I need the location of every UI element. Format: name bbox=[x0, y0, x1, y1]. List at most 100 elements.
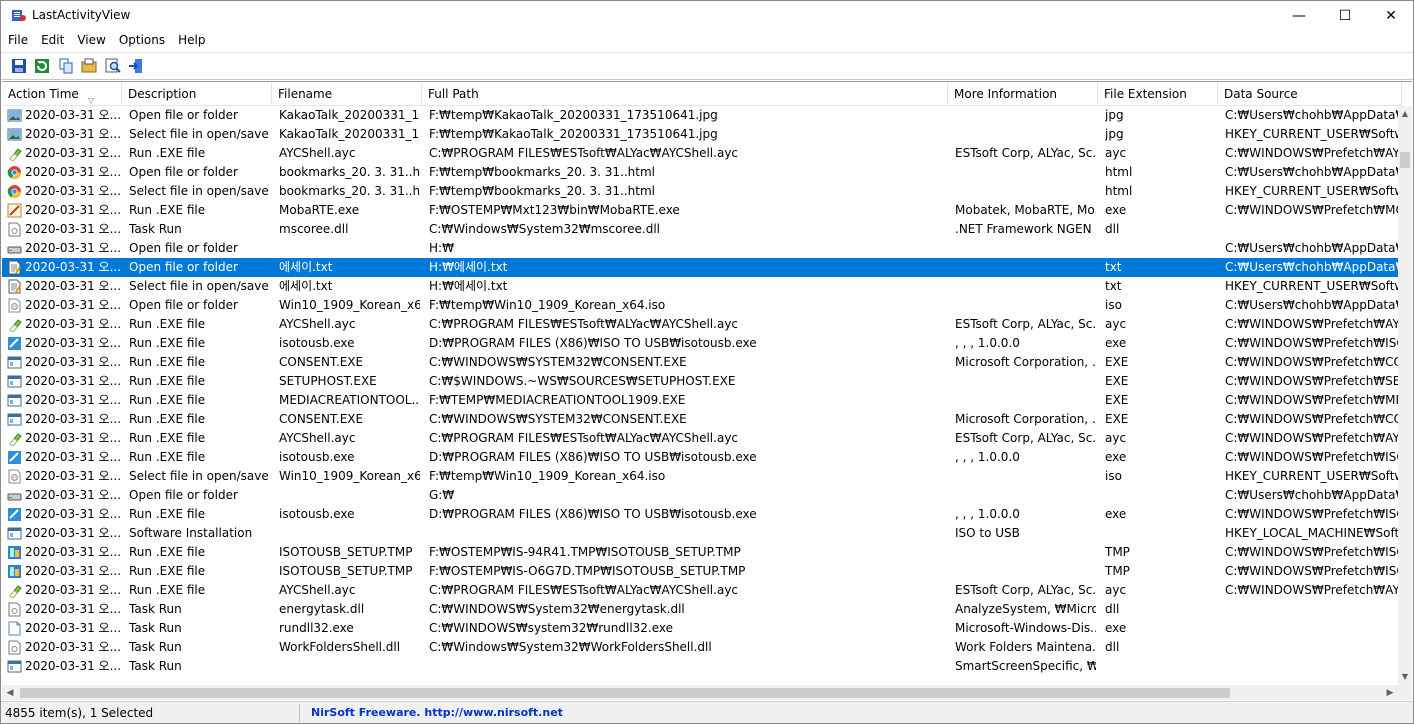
cell-file-extension: iso bbox=[1105, 469, 1122, 483]
column-filename[interactable]: Filename bbox=[272, 83, 422, 106]
horizontal-scroll-thumb[interactable] bbox=[20, 688, 1230, 698]
column-full-path[interactable]: Full Path bbox=[422, 83, 948, 106]
copy-icon[interactable] bbox=[58, 58, 74, 74]
cell-full-path: F:₩OSTEMP₩Mxt123₩bin₩MobaRTE.exe bbox=[429, 203, 680, 217]
table-row[interactable]: 2020-03-31 오... Run .EXE file AYCShell.ayc… bbox=[2, 315, 1398, 334]
cell-file-extension: txt bbox=[1105, 260, 1122, 274]
cell-description: Run .EXE file bbox=[129, 355, 206, 369]
vertical-scroll-thumb[interactable] bbox=[1400, 152, 1410, 168]
horizontal-scrollbar[interactable]: ◀ ▶ bbox=[2, 685, 1398, 700]
cell-data-source: C:₩WINDOWS₩Prefetch₩AYCS bbox=[1225, 583, 1398, 597]
cell-filename: rundll32.exe bbox=[279, 621, 354, 635]
chrome-icon bbox=[7, 166, 21, 179]
table-row[interactable]: 2020-03-31 오... Select file in open/save … bbox=[2, 277, 1398, 296]
cell-file-extension: TMP bbox=[1105, 564, 1130, 578]
cell-file-extension: ayc bbox=[1105, 146, 1127, 160]
table-row[interactable]: 2020-03-31 오... Run .EXE file MobaRTE.exe F… bbox=[2, 201, 1398, 220]
column-data-source[interactable]: Data Source bbox=[1218, 83, 1402, 106]
cell-file-extension: dll bbox=[1105, 602, 1120, 616]
table-row[interactable]: 2020-03-31 오... Open file or folder 에세이.tx… bbox=[2, 258, 1398, 277]
table-row[interactable]: 2020-03-31 오... Run .EXE file AYCShell.ayc… bbox=[2, 429, 1398, 448]
table-row[interactable]: 2020-03-31 오... Open file or folder KakaoT… bbox=[2, 106, 1398, 125]
menu-options[interactable]: Options bbox=[112, 31, 171, 51]
table-row[interactable]: 2020-03-31 오... Run .EXE file SETUPHOST.EX… bbox=[2, 372, 1398, 391]
table-row[interactable]: 2020-03-31 오... Run .EXE file MEDIACREATIO… bbox=[2, 391, 1398, 410]
alyac-pill-icon bbox=[9, 585, 22, 598]
cell-filename: CONSENT.EXE bbox=[279, 355, 364, 369]
cell-more-information: ESTsoft Corp, ALYac, Sc... bbox=[955, 431, 1096, 445]
table-row[interactable]: 2020-03-31 오... Software Installation ISO … bbox=[2, 524, 1398, 543]
table-row[interactable]: 2020-03-31 오... Select file in open/save … bbox=[2, 182, 1398, 201]
table-row[interactable]: 2020-03-31 오... Run .EXE file CONSENT.EXE C… bbox=[2, 353, 1398, 372]
cell-description: Task Run bbox=[129, 659, 182, 673]
scroll-up-icon[interactable]: ▲ bbox=[1398, 106, 1412, 122]
cell-description: Run .EXE file bbox=[129, 317, 206, 331]
cell-full-path: C:₩Windows₩System32₩WorkFoldersShell.dll bbox=[429, 640, 712, 654]
table-row[interactable]: 2020-03-31 오... Run .EXE file AYCShell.ayc… bbox=[2, 144, 1398, 163]
table-row[interactable]: 2020-03-31 오... Run .EXE file CONSENT.EXE C… bbox=[2, 410, 1398, 429]
table-row[interactable]: 2020-03-31 오... Open file or folder G:₩ C:₩… bbox=[2, 486, 1398, 505]
cell-data-source: C:₩WINDOWS₩Prefetch₩AYCS bbox=[1225, 317, 1398, 331]
cell-action-time: 2020-03-31 오... bbox=[25, 659, 121, 673]
cell-file-extension: exe bbox=[1105, 203, 1127, 217]
table-row[interactable]: 2020-03-31 오... Select file in open/save … bbox=[2, 467, 1398, 486]
vertical-scrollbar[interactable]: ▲ ▼ bbox=[1398, 106, 1412, 685]
menu-view[interactable]: View bbox=[70, 31, 111, 51]
table-row[interactable]: 2020-03-31 오... Task Run SmartScreenSpecif… bbox=[2, 657, 1398, 676]
minimize-button[interactable]: — bbox=[1276, 1, 1322, 31]
cell-data-source: C:₩WINDOWS₩Prefetch₩CONS bbox=[1225, 412, 1398, 426]
cell-description: Run .EXE file bbox=[129, 203, 206, 217]
column-more-information[interactable]: More Information bbox=[948, 83, 1098, 106]
table-row[interactable]: 2020-03-31 오... Run .EXE file AYCShell.ayc… bbox=[2, 581, 1398, 600]
cell-full-path bbox=[429, 657, 946, 676]
table-row[interactable]: 2020-03-31 오... Run .EXE file ISOTOUSB_SET… bbox=[2, 562, 1398, 581]
menu-file[interactable]: File bbox=[1, 31, 34, 51]
column-file-extension[interactable]: File Extension bbox=[1098, 83, 1218, 106]
cell-action-time: 2020-03-31 오... bbox=[25, 374, 121, 388]
table-row[interactable]: 2020-03-31 오... Open file or folder Win10_… bbox=[2, 296, 1398, 315]
cell-more-information: Microsoft Corporation, ... bbox=[955, 412, 1096, 426]
table-row[interactable]: 2020-03-31 오... Task Run rundll32.exe C:₩WI… bbox=[2, 619, 1398, 638]
table-row[interactable]: 2020-03-31 오... Run .EXE file isotousb.exe… bbox=[2, 448, 1398, 467]
cell-data-source: C:₩WINDOWS₩Prefetch₩AYCS bbox=[1225, 431, 1398, 445]
cell-full-path: C:₩WINDOWS₩SYSTEM32₩CONSENT.EXE bbox=[429, 355, 687, 369]
activity-list[interactable]: Action Time ▽ Description Filename Full P… bbox=[2, 81, 1412, 700]
table-row[interactable]: 2020-03-31 오... Task Run mscoree.dll C:₩Win… bbox=[2, 220, 1398, 239]
cell-filename: isotousb.exe bbox=[279, 450, 355, 464]
save-icon[interactable] bbox=[11, 58, 27, 74]
table-row[interactable]: 2020-03-31 오... Task Run energytask.dll C:₩… bbox=[2, 600, 1398, 619]
cell-more-information: Microsoft Corporation, ... bbox=[955, 355, 1096, 369]
cell-more-information: Mobatek, MobaRTE, Mo... bbox=[955, 203, 1096, 217]
menu-edit[interactable]: Edit bbox=[34, 31, 70, 51]
sort-indicator-icon: ▽ bbox=[88, 96, 95, 105]
table-row[interactable]: 2020-03-31 오... Run .EXE file ISOTOUSB_SET… bbox=[2, 543, 1398, 562]
title-bar[interactable]: LastActivityView — ☐ ✕ bbox=[1, 1, 1413, 31]
refresh-icon[interactable] bbox=[34, 58, 50, 74]
cell-action-time: 2020-03-31 오... bbox=[25, 602, 121, 616]
column-description[interactable]: Description bbox=[122, 83, 272, 106]
find-icon[interactable] bbox=[105, 58, 121, 74]
cell-full-path: F:₩temp₩Win10_1909_Korean_x64.iso bbox=[429, 469, 666, 483]
table-row[interactable]: 2020-03-31 오... Run .EXE file isotousb.exe… bbox=[2, 505, 1398, 524]
exit-icon[interactable] bbox=[128, 58, 144, 74]
scroll-down-icon[interactable]: ▼ bbox=[1398, 669, 1412, 685]
cell-more-information: AnalyzeSystem, ₩Micro... bbox=[955, 602, 1096, 616]
cell-data-source bbox=[1225, 220, 1398, 239]
close-button[interactable]: ✕ bbox=[1368, 1, 1414, 31]
maximize-button[interactable]: ☐ bbox=[1322, 1, 1368, 31]
table-row[interactable]: 2020-03-31 오... Select file in open/save … bbox=[2, 125, 1398, 144]
cell-full-path: H:₩에세이.txt bbox=[429, 260, 508, 274]
table-row[interactable]: 2020-03-31 오... Run .EXE file isotousb.exe… bbox=[2, 334, 1398, 353]
cell-description: Run .EXE file bbox=[129, 431, 206, 445]
table-row[interactable]: 2020-03-31 오... Open file or folder H:₩ C:₩… bbox=[2, 239, 1398, 258]
menu-help[interactable]: Help bbox=[171, 31, 211, 51]
column-action-time[interactable]: Action Time ▽ bbox=[2, 83, 122, 106]
table-row[interactable]: 2020-03-31 오... Open file or folder bookma… bbox=[2, 163, 1398, 182]
cell-action-time: 2020-03-31 오... bbox=[25, 260, 121, 274]
nirsoft-link[interactable]: NirSoft Freeware. http://www.nirsoft.net bbox=[311, 706, 563, 719]
cell-file-extension: iso bbox=[1105, 298, 1122, 312]
properties-icon[interactable] bbox=[81, 58, 97, 74]
table-row[interactable]: 2020-03-31 오... Task Run WorkFoldersShell.… bbox=[2, 638, 1398, 657]
scroll-left-icon[interactable]: ◀ bbox=[2, 685, 18, 700]
scroll-right-icon[interactable]: ▶ bbox=[1382, 685, 1398, 700]
